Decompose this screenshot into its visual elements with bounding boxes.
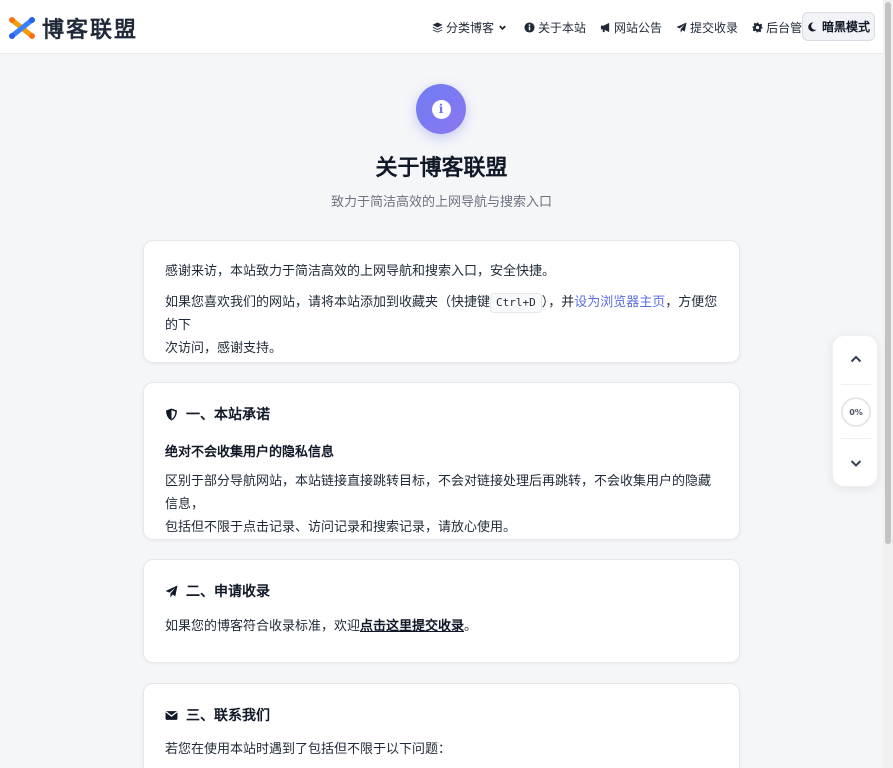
nav-about[interactable]: 关于本站 [524, 19, 586, 36]
nav-categories-label: 分类博客 [446, 20, 495, 35]
contact-title: 三、联系我们 [165, 705, 718, 725]
page-subtitle: 致力于简洁高效的上网导航与搜索入口 [330, 195, 552, 210]
divider [841, 384, 871, 385]
scrollbar-thumb[interactable] [885, 2, 891, 544]
about-info-icon: i [416, 84, 466, 134]
logo-text: 博客联盟 [42, 17, 139, 43]
nav-submit-label: 提交收录 [690, 20, 739, 35]
divider [841, 438, 871, 439]
promise-subtitle: 绝对不会收集用户的隐私信息 [165, 445, 335, 460]
page-scrollbar[interactable] [883, 0, 893, 768]
main-nav: 分类博客 关于本站 网站公告 提交收录 后台管理 [432, 0, 828, 54]
shield-icon [166, 408, 177, 420]
scroll-widget: 0% [832, 335, 878, 487]
paper-plane-icon [676, 21, 687, 33]
scroll-down-button[interactable] [833, 440, 879, 486]
dark-mode-button[interactable]: 暗黑模式 [802, 12, 875, 41]
chevron-down-icon [499, 25, 506, 30]
nav-announcements-label: 网站公告 [614, 20, 663, 35]
set-homepage-link[interactable]: 设为浏览器主页 [574, 295, 665, 310]
info-icon [524, 21, 535, 33]
submit-card: 二、申请收录 如果您的博客符合收录标准，欢迎点击这里提交收录。 [143, 559, 740, 663]
nav-categories[interactable]: 分类博客 [432, 19, 510, 36]
top-navbar: 博客联盟 分类博客 关于本站 网站公告 提交收录 后台管理 暗黑模式 [0, 0, 883, 54]
scroll-progress: 0% [841, 397, 871, 427]
gear-icon [752, 21, 763, 33]
contact-line-1: 若您在使用本站时遇到了包括但不限于以下问题： [165, 742, 452, 757]
envelope-icon [165, 710, 178, 720]
intro-card: 感谢来访，本站致力于简洁高效的上网导航和搜索入口，安全快捷。 如果您喜欢我们的网… [143, 240, 740, 363]
dark-mode-label: 暗黑模式 [821, 20, 870, 34]
page-title: 关于博客联盟 [375, 156, 508, 181]
intro-line-1: 感谢来访，本站致力于简洁高效的上网导航和搜索入口，安全快捷。 [165, 264, 556, 279]
scroll-up-button[interactable] [833, 336, 879, 382]
submit-link[interactable]: 点击这里提交收录 [360, 619, 464, 634]
contact-card: 三、联系我们 若您在使用本站时遇到了包括但不限于以下问题： [143, 683, 740, 768]
chevron-up-icon [850, 355, 862, 363]
shortcut-key: Ctrl+D [490, 293, 542, 313]
layers-icon [432, 21, 443, 33]
submit-text: 如果您的博客符合收录标准，欢迎点击这里提交收录。 [165, 619, 478, 634]
intro-line-2: 如果您喜欢我们的网站，请将本站添加到收藏夹（快捷键 Ctrl+D ），并设为浏览器主… [165, 293, 718, 333]
promise-line-1: 区别于部分导航网站，本站链接直接跳转目标，不会对链接处理后再跳转，不会收集用户的… [165, 474, 712, 512]
bullhorn-icon [600, 22, 610, 32]
nav-submit[interactable]: 提交收录 [676, 19, 738, 36]
paper-plane-icon [165, 585, 178, 597]
promise-card: 一、本站承诺 绝对不会收集用户的隐私信息 区别于部分导航网站，本站链接直接跳转目… [143, 382, 740, 540]
promise-title: 一、本站承诺 [165, 404, 718, 424]
logo-icon [9, 17, 35, 39]
promise-line-2: 包括但不限于点击记录、访问记录和搜索记录，请放心使用。 [165, 520, 517, 535]
site-logo[interactable]: 博客联盟 [8, 12, 138, 44]
submit-title: 二、申请收录 [165, 581, 718, 601]
nav-about-label: 关于本站 [538, 20, 587, 35]
chevron-down-icon [850, 460, 862, 467]
intro-line-3: 次访问，感谢支持。 [165, 341, 283, 356]
moon-icon [808, 21, 817, 31]
nav-announcements[interactable]: 网站公告 [600, 19, 662, 36]
